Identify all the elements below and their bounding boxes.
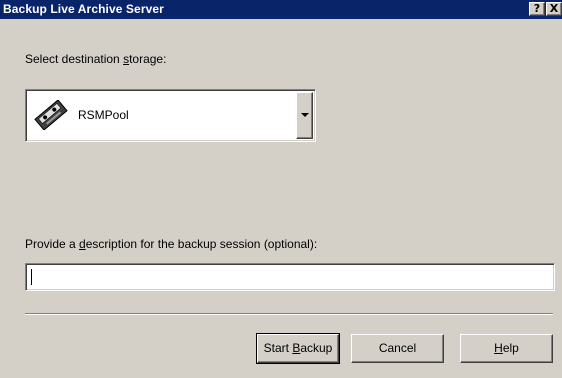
- window-title: Backup Live Archive Server: [3, 2, 164, 16]
- start-backup-button[interactable]: Start Backup: [256, 333, 340, 364]
- destination-storage-dropdown[interactable]: RSMPool: [25, 89, 316, 142]
- close-icon[interactable]: X: [546, 2, 562, 16]
- description-input[interactable]: [25, 263, 555, 291]
- destination-storage-label: Select destination storage:: [25, 52, 167, 66]
- selected-storage-value: RSMPool: [78, 108, 129, 122]
- chevron-down-icon[interactable]: [296, 92, 313, 139]
- help-icon[interactable]: ?: [529, 2, 545, 16]
- tape-cartridge-icon: [34, 100, 68, 130]
- text-caret: [31, 269, 32, 285]
- help-button[interactable]: Help: [460, 334, 553, 363]
- description-label: Provide a description for the backup ses…: [25, 237, 318, 251]
- title-bar: Backup Live Archive Server ? X: [0, 0, 562, 19]
- divider: [25, 313, 553, 315]
- cancel-button[interactable]: Cancel: [351, 334, 444, 363]
